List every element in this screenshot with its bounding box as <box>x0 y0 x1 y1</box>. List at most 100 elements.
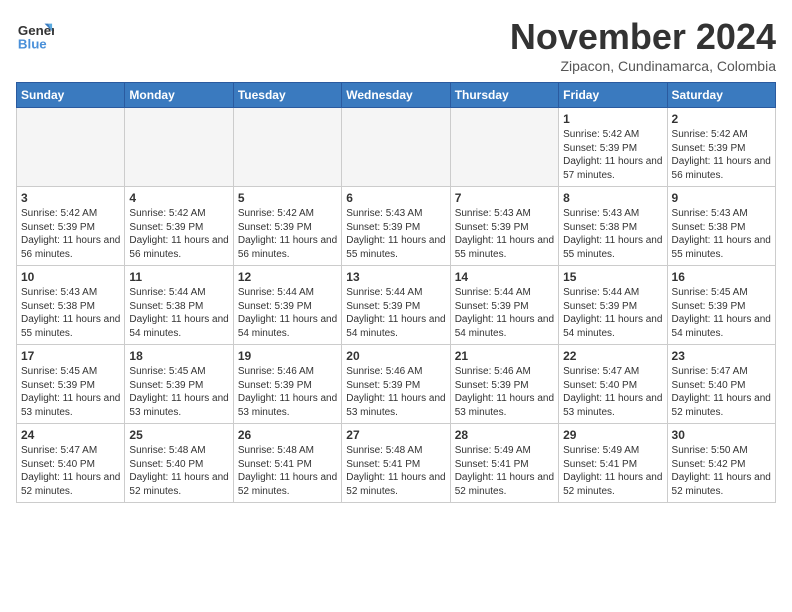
day-number: 15 <box>563 270 662 284</box>
day-info: Sunrise: 5:44 AM Sunset: 5:39 PM Dayligh… <box>563 286 662 340</box>
day-info: Sunrise: 5:50 AM Sunset: 5:42 PM Dayligh… <box>672 444 771 498</box>
calendar-cell: 27 Sunrise: 5:48 AM Sunset: 5:41 PM Dayli… <box>342 424 450 503</box>
day-info: Sunrise: 5:47 AM Sunset: 5:40 PM Dayligh… <box>563 365 662 419</box>
calendar-cell: 14 Sunrise: 5:44 AM Sunset: 5:39 PM Dayli… <box>450 266 558 345</box>
page-header: General Blue November 2024 Zipacon, Cund… <box>16 16 776 74</box>
week-row-3: 10 Sunrise: 5:43 AM Sunset: 5:38 PM Dayli… <box>17 266 776 345</box>
week-row-5: 24Sunrise: 5:47 AM Sunset: 5:40 PM Dayli… <box>17 424 776 503</box>
calendar-cell: 29Sunrise: 5:49 AM Sunset: 5:41 PM Dayli… <box>559 424 667 503</box>
day-info: Sunrise: 5:46 AM Sunset: 5:39 PM Dayligh… <box>238 365 337 419</box>
day-number: 11 <box>129 270 228 284</box>
day-info: Sunrise: 5:44 AM Sunset: 5:38 PM Dayligh… <box>129 286 228 340</box>
day-number: 6 <box>346 191 445 205</box>
day-info: Sunrise: 5:43 AM Sunset: 5:38 PM Dayligh… <box>21 286 120 340</box>
day-header-wednesday: Wednesday <box>342 83 450 108</box>
day-number: 28 <box>455 428 554 442</box>
day-number: 9 <box>672 191 771 205</box>
calendar-cell: 2 Sunrise: 5:42 AM Sunset: 5:39 PM Daylig… <box>667 108 775 187</box>
calendar-cell: 17 Sunrise: 5:45 AM Sunset: 5:39 PM Dayli… <box>17 345 125 424</box>
day-header-thursday: Thursday <box>450 83 558 108</box>
calendar-cell <box>342 108 450 187</box>
day-number: 3 <box>21 191 120 205</box>
day-header-sunday: Sunday <box>17 83 125 108</box>
day-number: 23 <box>672 349 771 363</box>
calendar-cell: 3 Sunrise: 5:42 AM Sunset: 5:39 PM Daylig… <box>17 187 125 266</box>
calendar-cell: 20 Sunrise: 5:46 AM Sunset: 5:39 PM Dayli… <box>342 345 450 424</box>
day-info: Sunrise: 5:43 AM Sunset: 5:39 PM Dayligh… <box>455 207 554 261</box>
day-info: Sunrise: 5:48 AM Sunset: 5:41 PM Dayligh… <box>238 444 337 498</box>
day-info: Sunrise: 5:42 AM Sunset: 5:39 PM Dayligh… <box>238 207 337 261</box>
day-number: 19 <box>238 349 337 363</box>
day-header-tuesday: Tuesday <box>233 83 341 108</box>
day-number: 10 <box>21 270 120 284</box>
day-info: Sunrise: 5:44 AM Sunset: 5:39 PM Dayligh… <box>238 286 337 340</box>
calendar-cell <box>17 108 125 187</box>
day-info: Sunrise: 5:43 AM Sunset: 5:38 PM Dayligh… <box>672 207 771 261</box>
calendar-cell: 19 Sunrise: 5:46 AM Sunset: 5:39 PM Dayli… <box>233 345 341 424</box>
calendar-cell: 11 Sunrise: 5:44 AM Sunset: 5:38 PM Dayli… <box>125 266 233 345</box>
day-info: Sunrise: 5:42 AM Sunset: 5:39 PM Dayligh… <box>672 128 771 182</box>
calendar-cell: 28Sunrise: 5:49 AM Sunset: 5:41 PM Dayli… <box>450 424 558 503</box>
day-number: 30 <box>672 428 771 442</box>
day-number: 21 <box>455 349 554 363</box>
calendar-cell <box>450 108 558 187</box>
day-info: Sunrise: 5:45 AM Sunset: 5:39 PM Dayligh… <box>21 365 120 419</box>
week-row-2: 3 Sunrise: 5:42 AM Sunset: 5:39 PM Daylig… <box>17 187 776 266</box>
day-number: 5 <box>238 191 337 205</box>
calendar-cell: 24Sunrise: 5:47 AM Sunset: 5:40 PM Dayli… <box>17 424 125 503</box>
day-number: 16 <box>672 270 771 284</box>
day-number: 2 <box>672 112 771 126</box>
calendar-cell <box>233 108 341 187</box>
day-info: Sunrise: 5:43 AM Sunset: 5:38 PM Dayligh… <box>563 207 662 261</box>
calendar-cell: 4 Sunrise: 5:42 AM Sunset: 5:39 PM Daylig… <box>125 187 233 266</box>
calendar-cell: 12 Sunrise: 5:44 AM Sunset: 5:39 PM Dayli… <box>233 266 341 345</box>
day-number: 24 <box>21 428 120 442</box>
day-number: 7 <box>455 191 554 205</box>
day-info: Sunrise: 5:44 AM Sunset: 5:39 PM Dayligh… <box>455 286 554 340</box>
day-number: 1 <box>563 112 662 126</box>
logo-icon: General Blue <box>16 16 54 54</box>
day-number: 8 <box>563 191 662 205</box>
logo: General Blue <box>16 16 54 54</box>
day-number: 27 <box>346 428 445 442</box>
day-info: Sunrise: 5:47 AM Sunset: 5:40 PM Dayligh… <box>672 365 771 419</box>
calendar-cell: 15 Sunrise: 5:44 AM Sunset: 5:39 PM Dayli… <box>559 266 667 345</box>
calendar-cell: 8 Sunrise: 5:43 AM Sunset: 5:38 PM Daylig… <box>559 187 667 266</box>
day-info: Sunrise: 5:43 AM Sunset: 5:39 PM Dayligh… <box>346 207 445 261</box>
day-info: Sunrise: 5:42 AM Sunset: 5:39 PM Dayligh… <box>21 207 120 261</box>
day-info: Sunrise: 5:44 AM Sunset: 5:39 PM Dayligh… <box>346 286 445 340</box>
day-number: 22 <box>563 349 662 363</box>
calendar-cell: 13Sunrise: 5:44 AM Sunset: 5:39 PM Dayli… <box>342 266 450 345</box>
day-info: Sunrise: 5:46 AM Sunset: 5:39 PM Dayligh… <box>346 365 445 419</box>
day-info: Sunrise: 5:48 AM Sunset: 5:41 PM Dayligh… <box>346 444 445 498</box>
day-number: 29 <box>563 428 662 442</box>
calendar-cell: 22 Sunrise: 5:47 AM Sunset: 5:40 PM Dayli… <box>559 345 667 424</box>
day-headers-row: SundayMondayTuesdayWednesdayThursdayFrid… <box>17 83 776 108</box>
day-number: 18 <box>129 349 228 363</box>
day-info: Sunrise: 5:42 AM Sunset: 5:39 PM Dayligh… <box>129 207 228 261</box>
day-number: 26 <box>238 428 337 442</box>
calendar-cell: 23 Sunrise: 5:47 AM Sunset: 5:40 PM Dayli… <box>667 345 775 424</box>
day-number: 4 <box>129 191 228 205</box>
svg-text:Blue: Blue <box>18 36 47 51</box>
day-header-monday: Monday <box>125 83 233 108</box>
day-number: 14 <box>455 270 554 284</box>
title-block: November 2024 Zipacon, Cundinamarca, Col… <box>510 16 776 74</box>
day-header-friday: Friday <box>559 83 667 108</box>
calendar-cell: 9 Sunrise: 5:43 AM Sunset: 5:38 PM Daylig… <box>667 187 775 266</box>
calendar-cell <box>125 108 233 187</box>
calendar-cell: 7 Sunrise: 5:43 AM Sunset: 5:39 PM Daylig… <box>450 187 558 266</box>
day-header-saturday: Saturday <box>667 83 775 108</box>
day-number: 12 <box>238 270 337 284</box>
week-row-1: 1 Sunrise: 5:42 AM Sunset: 5:39 PM Daylig… <box>17 108 776 187</box>
calendar-cell: 6 Sunrise: 5:43 AM Sunset: 5:39 PM Daylig… <box>342 187 450 266</box>
calendar-cell: 30 Sunrise: 5:50 AM Sunset: 5:42 PM Dayli… <box>667 424 775 503</box>
day-number: 17 <box>21 349 120 363</box>
calendar-cell: 5 Sunrise: 5:42 AM Sunset: 5:39 PM Daylig… <box>233 187 341 266</box>
day-number: 25 <box>129 428 228 442</box>
day-info: Sunrise: 5:46 AM Sunset: 5:39 PM Dayligh… <box>455 365 554 419</box>
calendar-cell: 1Sunrise: 5:42 AM Sunset: 5:39 PM Daylig… <box>559 108 667 187</box>
day-number: 20 <box>346 349 445 363</box>
location: Zipacon, Cundinamarca, Colombia <box>510 58 776 74</box>
day-info: Sunrise: 5:45 AM Sunset: 5:39 PM Dayligh… <box>129 365 228 419</box>
